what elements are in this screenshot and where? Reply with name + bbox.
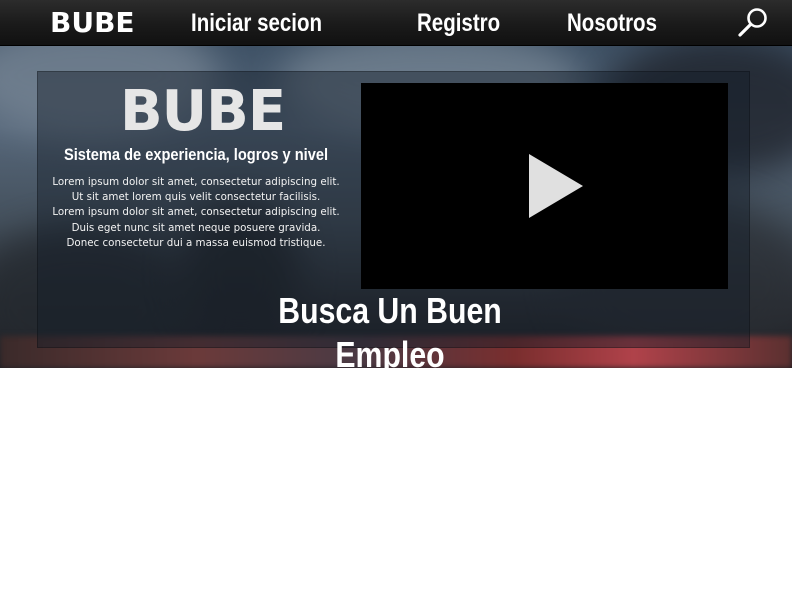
hero-description-line: Lorem ipsum dolor sit amet, consectetur … <box>52 206 340 219</box>
hero-description-line: Donec consectetur dui a massa euismod tr… <box>66 236 326 249</box>
hero-subtitle: Sistema de experiencia, logros y nivel <box>63 145 329 164</box>
nav-link-register[interactable]: Registro <box>417 8 500 38</box>
top-navbar: BUBE Iniciar secion Registro Nosotros <box>0 0 792 46</box>
hero-description: Lorem ipsum dolor sit amet, consectetur … <box>40 175 352 251</box>
navbar-logo[interactable]: BUBE <box>50 6 135 40</box>
hero-description-line: Ut sit amet lorem quis velit consectetur… <box>71 191 321 204</box>
hero-tagline: Busca Un Buen Empleo <box>278 290 502 375</box>
video-player[interactable] <box>361 83 728 289</box>
nav-link-login[interactable]: Iniciar secion <box>191 8 322 38</box>
search-icon[interactable] <box>736 6 770 40</box>
hero-description-line: Duis eget nunc sit amet neque posuere gr… <box>71 221 321 234</box>
hero-logo: BUBE <box>120 79 286 144</box>
hero-description-line: Lorem ipsum dolor sit amet, consectetur … <box>52 176 340 188</box>
play-icon[interactable] <box>529 154 583 218</box>
nav-link-about[interactable]: Nosotros <box>567 8 657 38</box>
